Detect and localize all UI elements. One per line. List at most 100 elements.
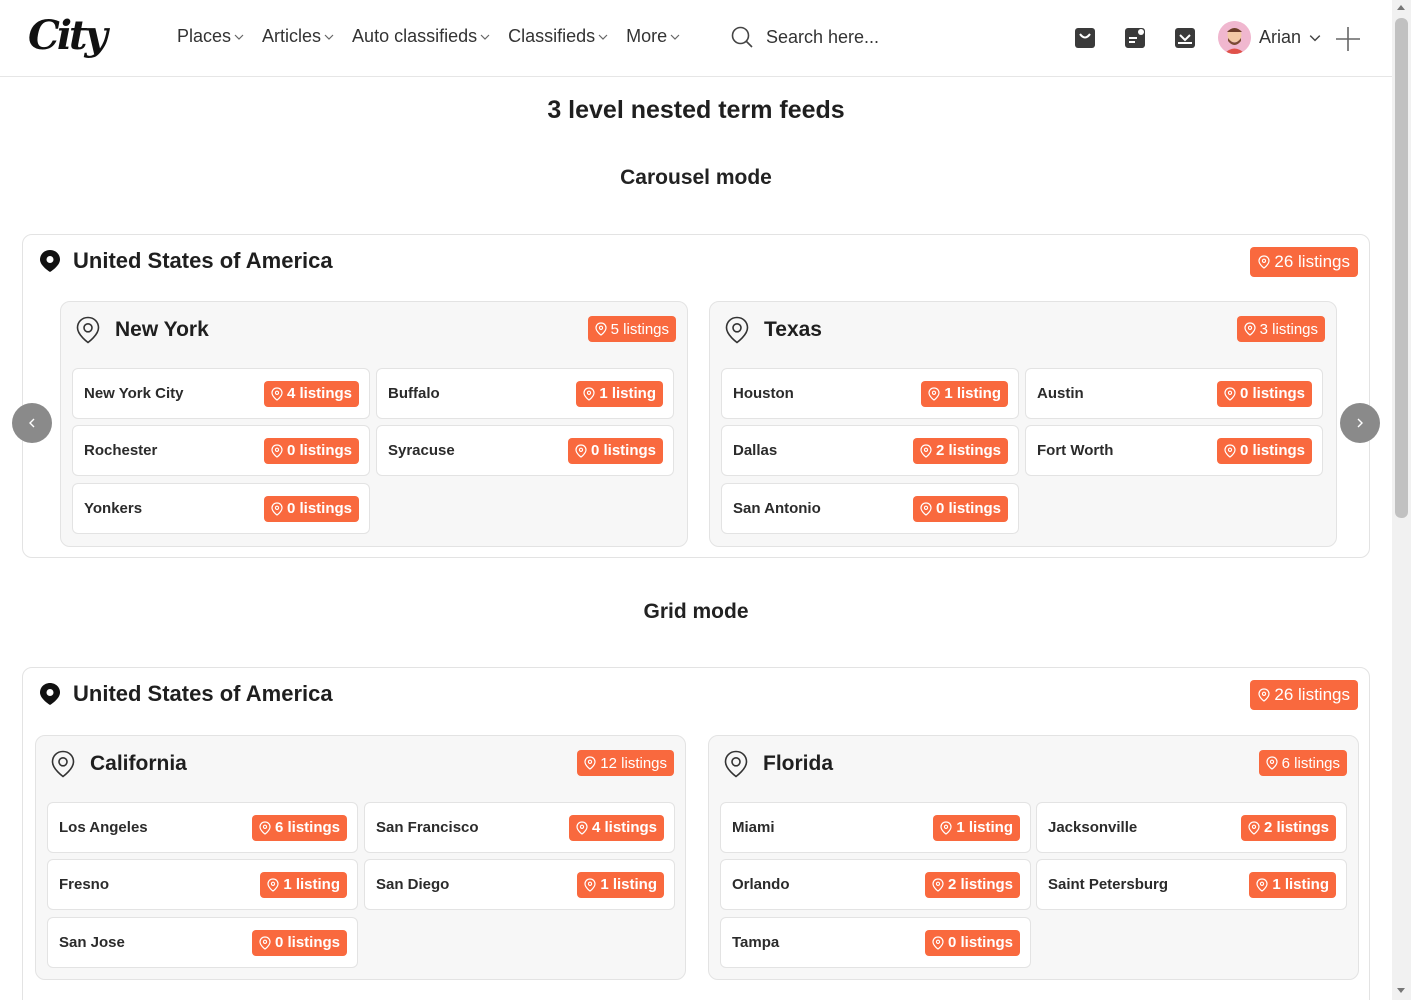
city-name: Houston: [733, 385, 794, 402]
country-heading[interactable]: United States of America: [39, 681, 333, 707]
city-item[interactable]: San Jose 0 listings: [47, 917, 358, 968]
city-item[interactable]: Fort Worth 0 listings: [1025, 425, 1323, 476]
city-listings-badge[interactable]: 1 listing: [1249, 871, 1336, 898]
state-listings-badge[interactable]: 12 listings: [577, 750, 674, 776]
scroll-down-arrow-icon[interactable]: [1397, 988, 1405, 993]
city-listings-badge[interactable]: 0 listings: [1216, 380, 1312, 407]
nav-articles[interactable]: Articles: [262, 26, 334, 47]
listings-count: 0 listings: [1239, 442, 1305, 459]
location-pin-icon: [932, 935, 944, 950]
state-heading[interactable]: New York: [75, 316, 209, 344]
add-icon[interactable]: [1334, 25, 1362, 53]
city-name: Rochester: [84, 442, 158, 459]
city-listings-badge[interactable]: 1 listing: [933, 814, 1020, 841]
city-item[interactable]: Jacksonville 2 listings: [1036, 802, 1347, 853]
city-item[interactable]: Los Angeles 6 listings: [47, 802, 358, 853]
city-listings-badge[interactable]: 4 listings: [263, 380, 359, 407]
search-box[interactable]: Search here...: [730, 25, 879, 49]
location-pin-icon: [51, 750, 75, 778]
scroll-thumb[interactable]: [1395, 18, 1408, 518]
listings-count: 1 listing: [956, 819, 1013, 836]
city-listings-badge[interactable]: 1 listing: [921, 380, 1008, 407]
user-menu[interactable]: Arian: [1218, 21, 1321, 54]
city-item[interactable]: Syracuse 0 listings: [376, 425, 674, 476]
city-item[interactable]: San Diego 1 listing: [364, 859, 675, 910]
city-listings-badge[interactable]: 6 listings: [251, 814, 347, 841]
city-item[interactable]: Austin 0 listings: [1025, 368, 1323, 419]
city-item[interactable]: San Francisco 4 listings: [364, 802, 675, 853]
listings-count: 2 listings: [1263, 819, 1329, 836]
city-item[interactable]: New York City 4 listings: [72, 368, 370, 419]
listings-count: 12 listings: [600, 754, 667, 772]
location-pin-icon: [932, 877, 944, 892]
city-name: Saint Petersburg: [1048, 876, 1169, 893]
country-listings-badge[interactable]: 26 listings: [1250, 680, 1358, 710]
nav-classifieds[interactable]: Classifieds: [508, 26, 608, 47]
search-input[interactable]: Search here...: [766, 27, 879, 48]
city-listings-badge[interactable]: 0 listings: [263, 437, 359, 464]
city-listings-badge[interactable]: 1 listing: [260, 871, 347, 898]
city-item[interactable]: San Antonio 0 listings: [721, 483, 1019, 534]
city-item[interactable]: Dallas 2 listings: [721, 425, 1019, 476]
listings-count: 3 listings: [1259, 320, 1318, 338]
inbox-icon[interactable]: [1173, 26, 1197, 50]
city-listings-badge[interactable]: 1 listing: [576, 380, 663, 407]
city-listings-badge[interactable]: 0 listings: [912, 495, 1008, 522]
carousel-next-button[interactable]: [1340, 403, 1380, 443]
city-name: Syracuse: [388, 442, 455, 459]
scroll-up-arrow-icon[interactable]: [1397, 5, 1405, 10]
city-listings-badge[interactable]: 0 listings: [263, 495, 359, 522]
city-item[interactable]: Yonkers 0 listings: [72, 483, 370, 534]
city-item[interactable]: Saint Petersburg 1 listing: [1036, 859, 1347, 910]
country-listings-badge[interactable]: 26 listings: [1250, 247, 1358, 277]
city-listings-badge[interactable]: 2 listings: [912, 437, 1008, 464]
city-name: Yonkers: [84, 500, 143, 517]
shopping-bag-icon[interactable]: [1073, 26, 1097, 50]
state-heading[interactable]: Texas: [724, 316, 822, 344]
location-pin-icon: [271, 501, 283, 516]
state-heading[interactable]: Florida: [723, 750, 833, 778]
country-heading[interactable]: United States of America: [39, 248, 333, 274]
state-card-florida: Florida 6 listings Miami 1 listing Jackso…: [708, 735, 1359, 980]
notes-icon[interactable]: [1123, 26, 1147, 50]
city-listings-badge[interactable]: 2 listings: [924, 871, 1020, 898]
nav-auto-classifieds[interactable]: Auto classifieds: [352, 26, 490, 47]
city-item[interactable]: Buffalo 1 listing: [376, 368, 674, 419]
city-item[interactable]: Rochester 0 listings: [72, 425, 370, 476]
state-name: Texas: [764, 318, 822, 341]
nav-more[interactable]: More: [626, 26, 680, 47]
city-listings-badge[interactable]: 0 listings: [924, 929, 1020, 956]
chevron-down-icon: [1309, 34, 1321, 41]
state-listings-badge[interactable]: 5 listings: [587, 316, 676, 342]
header-actions: [1073, 26, 1197, 50]
city-item[interactable]: Houston 1 listing: [721, 368, 1019, 419]
listings-count: 6 listings: [1281, 754, 1340, 772]
page-title: 3 level nested term feeds: [547, 96, 845, 124]
nav-places[interactable]: Places: [177, 26, 244, 47]
state-listings-badge[interactable]: 6 listings: [1258, 750, 1347, 776]
city-listings-badge[interactable]: 0 listings: [251, 929, 347, 956]
state-heading[interactable]: California: [50, 750, 187, 778]
city-item[interactable]: Miami 1 listing: [720, 802, 1031, 853]
location-pin-icon: [724, 750, 748, 778]
city-listings-badge[interactable]: 0 listings: [1216, 437, 1312, 464]
location-pin-icon: [259, 935, 271, 950]
user-name: Arian: [1259, 27, 1302, 47]
city-item[interactable]: Fresno 1 listing: [47, 859, 358, 910]
listings-count: 1 listing: [599, 385, 656, 402]
city-listings-badge[interactable]: 4 listings: [568, 814, 664, 841]
chevron-down-icon: [598, 34, 608, 40]
nav-label: Articles: [262, 26, 322, 46]
page-scrollbar[interactable]: [1392, 0, 1411, 1000]
location-pin-icon: [1244, 322, 1256, 336]
site-logo[interactable]: City: [28, 12, 108, 59]
city-listings-badge[interactable]: 0 listings: [567, 437, 663, 464]
location-pin-icon: [1266, 756, 1278, 770]
carousel-prev-button[interactable]: [12, 403, 52, 443]
state-listings-badge[interactable]: 3 listings: [1236, 316, 1325, 342]
listings-count: 0 listings: [947, 934, 1013, 951]
city-item[interactable]: Tampa 0 listings: [720, 917, 1031, 968]
city-listings-badge[interactable]: 1 listing: [577, 871, 664, 898]
city-listings-badge[interactable]: 2 listings: [1240, 814, 1336, 841]
city-item[interactable]: Orlando 2 listings: [720, 859, 1031, 910]
